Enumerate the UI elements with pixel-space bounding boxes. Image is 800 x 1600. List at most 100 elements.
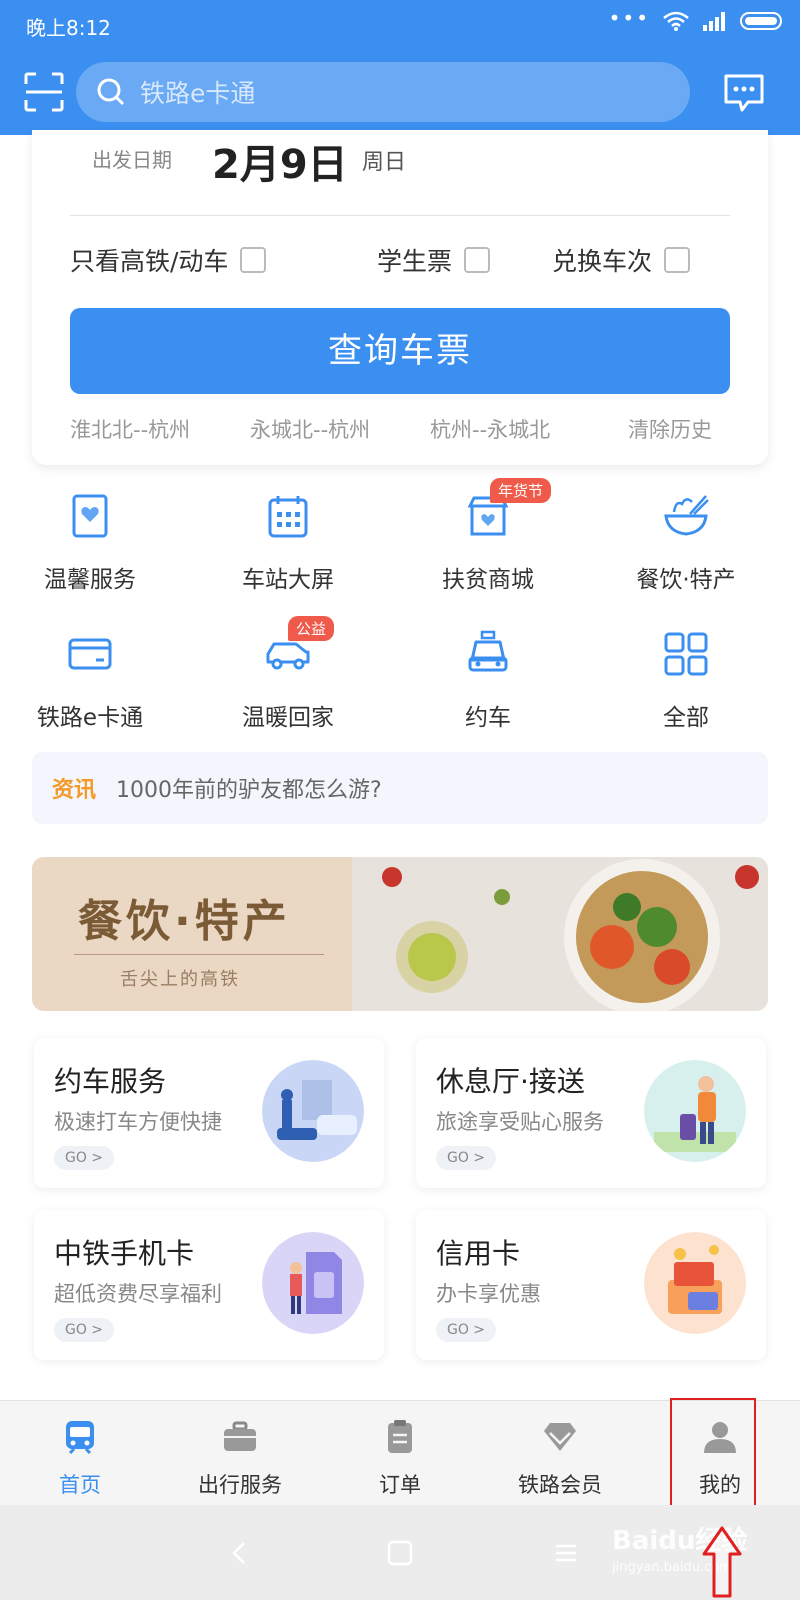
card-title: 约车服务 [54,1065,167,1098]
scan-icon[interactable] [24,72,64,112]
service-label: 餐饮·特产 [636,567,736,593]
home-button-icon[interactable] [382,1535,418,1571]
exchange-checkbox[interactable] [664,247,691,273]
briefcase-icon [224,1421,256,1451]
battery-icon [740,12,782,30]
option-label: 只看高铁/动车 [70,247,229,276]
service-label: 温馨服务 [44,567,136,593]
service-ride-hailing[interactable]: 约车 [398,630,578,732]
service-label: 车站大屏 [242,567,334,593]
search-placeholder: 铁路e卡通 [140,79,256,108]
divider [70,215,730,216]
card-subtitle: 极速打车方便快捷 [54,1110,222,1134]
card-title: 信用卡 [436,1237,521,1270]
card-icon [68,638,112,670]
tab-membership[interactable]: 铁路会员 [480,1401,640,1506]
option-label: 学生票 [377,247,453,276]
service-label: 约车 [465,705,511,731]
train-icon [66,1421,94,1455]
history-item[interactable]: 永城北--杭州 [250,414,370,444]
credit-card-illustration [644,1232,746,1334]
card-title: 中铁手机卡 [54,1237,195,1270]
news-ticker[interactable]: 资讯 1000年前的驴友都怎么游? [32,752,768,824]
sim-card-illustration [262,1232,364,1334]
promo-tag: 公益 [288,616,335,641]
banner-subtitle: 舌尖上的高铁 [120,969,240,990]
student-checkbox[interactable] [464,247,491,273]
option-high-speed-only[interactable]: 只看高铁/动车 [70,242,267,278]
noodle-bowl-icon [664,495,709,536]
lounge-illustration [644,1060,746,1162]
date-label: 出发日期 [92,148,172,172]
banner-title: 餐饮·特产 [78,896,291,947]
tab-label: 订单 [379,1473,421,1497]
service-label: 全部 [663,705,709,731]
heart-ticket-icon [72,494,108,538]
food-plate-image [352,857,768,1011]
feature-card-credit-card[interactable]: 信用卡 办卡享优惠 GO > [416,1210,766,1360]
card-subtitle: 旅途享受贴心服务 [436,1110,604,1134]
clear-history-button[interactable]: 清除历史 [628,414,712,444]
tab-orders[interactable]: 订单 [320,1401,480,1506]
go-button[interactable]: GO > [54,1318,114,1342]
calendar-screen-icon [268,496,308,538]
dining-banner[interactable]: 餐饮·特产 舌尖上的高铁 [32,857,768,1011]
feature-card-ride[interactable]: 约车服务 极速打车方便快捷 GO > [34,1038,384,1188]
wifi-icon [663,11,689,31]
card-title: 休息厅·接送 [436,1065,585,1098]
service-dining[interactable]: 餐饮·特产 [596,492,776,594]
service-all[interactable]: 全部 [596,630,776,732]
go-button[interactable]: GO > [436,1146,496,1170]
status-icons: ••• [609,6,782,32]
status-time: 晚上8:12 [26,16,111,40]
more-dots-icon: ••• [608,6,650,30]
tab-travel-service[interactable]: 出行服务 [160,1401,320,1506]
tab-home[interactable]: 首页 [0,1401,160,1506]
search-tickets-button[interactable]: 查询车票 [70,308,730,394]
go-button[interactable]: GO > [54,1146,114,1170]
service-label: 温暖回家 [242,705,334,731]
departure-date[interactable]: 2月9日 [212,132,348,190]
history-item[interactable]: 杭州--永城北 [430,414,550,444]
news-headline[interactable]: 1000年前的驴友都怎么游? [116,772,382,804]
service-warm-home[interactable]: 温暖回家 公益 [198,616,378,732]
go-button[interactable]: GO > [436,1318,496,1342]
feature-card-lounge[interactable]: 休息厅·接送 旅途享受贴心服务 GO > [416,1038,766,1188]
service-poverty-mall[interactable]: 扶贫商城 年货节 [398,478,578,594]
service-label: 扶贫商城 [442,567,534,593]
service-label: 铁路e卡通 [36,705,144,731]
arrow-up-icon [702,1526,742,1598]
search-input[interactable]: 铁路e卡通 [76,62,690,122]
card-subtitle: 办卡享优惠 [436,1282,541,1306]
ride-illustration [262,1060,364,1162]
news-tag: 资讯 [52,778,97,803]
weekday: 周日 [362,150,407,175]
taxi-icon [468,630,508,672]
service-warm-service[interactable]: 温馨服务 [0,492,180,594]
card-subtitle: 超低资费尽享福利 [54,1282,222,1306]
tab-label: 出行服务 [198,1473,282,1497]
service-station-screen[interactable]: 车站大屏 [198,492,378,594]
menu-icon[interactable] [548,1535,584,1571]
high-speed-checkbox[interactable] [240,247,267,273]
back-icon[interactable] [222,1535,258,1571]
option-student-ticket[interactable]: 学生票 [377,242,491,278]
highlight-box [670,1398,756,1510]
history-item[interactable]: 淮北北--杭州 [70,414,190,444]
diamond-icon [544,1423,576,1451]
option-label: 兑换车次 [552,247,653,276]
feature-card-sim[interactable]: 中铁手机卡 超低资费尽享福利 GO > [34,1210,384,1360]
signal-icon [703,12,725,31]
service-ecard[interactable]: 铁路e卡通 [0,630,180,732]
banner-divider [74,954,324,955]
app-header: 晚上8:12 ••• 铁路e卡通 [0,0,800,135]
grid-icon [664,632,708,676]
tab-label: 铁路会员 [518,1473,602,1497]
promo-tag: 年货节 [490,478,552,503]
message-icon[interactable] [722,70,766,114]
tab-label: 首页 [59,1473,101,1497]
ticket-query-card: 出发日期 2月9日 周日 只看高铁/动车 学生票 兑换车次 查询车票 淮北北--… [32,130,768,465]
option-exchange-train[interactable]: 兑换车次 [552,242,691,278]
clipboard-icon [388,1420,412,1453]
search-icon [97,78,125,106]
